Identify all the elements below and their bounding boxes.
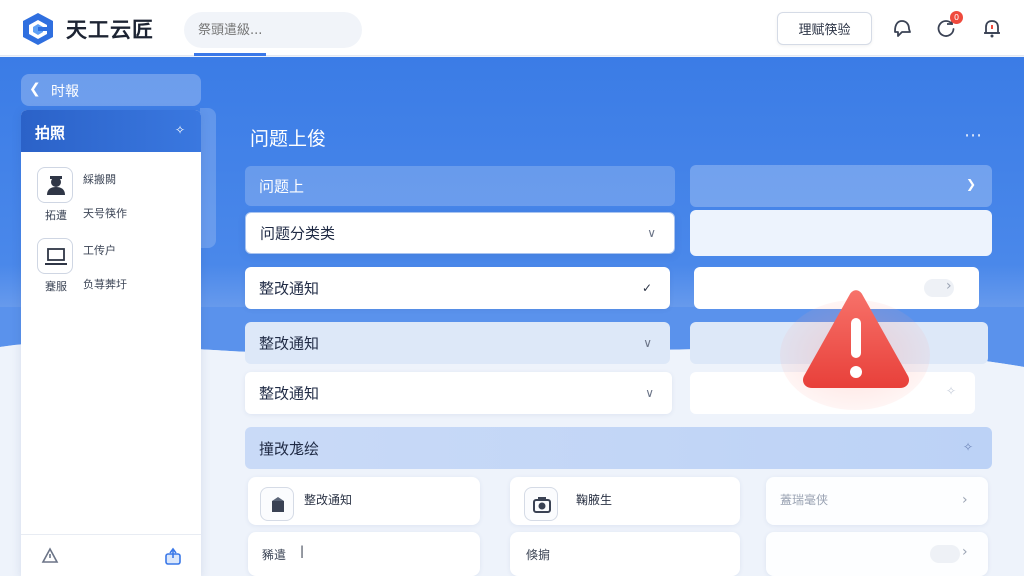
check-icon: ✓ xyxy=(641,281,652,295)
sidebar-item-subtitle: 天号筷作 xyxy=(83,207,127,220)
field-label: 整改通知 xyxy=(259,334,320,353)
box-icon xyxy=(272,497,284,512)
right-select[interactable]: ❯ xyxy=(690,165,992,207)
sidebar: 拍照 ✧ 綵搬闕 拓遭 天号筷作 工传户 蹇服 负荨莾圩 xyxy=(21,110,201,576)
laptop-icon xyxy=(45,248,67,265)
card[interactable]: 蓋瑞毫侠 › xyxy=(766,477,988,525)
card-title: 蓋瑞毫侠 xyxy=(780,493,829,507)
card-row-text: 豨遣 xyxy=(262,548,287,562)
chevron-right-icon: › xyxy=(946,278,952,294)
sidebar-header-label: 拍照 xyxy=(35,124,66,142)
notification-badge: 0 xyxy=(950,11,963,24)
warning-icon xyxy=(802,290,910,388)
card-icon-box xyxy=(524,487,558,521)
warning-triangle-icon[interactable] xyxy=(41,547,59,565)
search-input[interactable] xyxy=(198,12,348,48)
chevron-down-icon: ∨ xyxy=(647,226,656,240)
page-title: 问题上俊 xyxy=(250,128,327,150)
chevron-down-icon: ∨ xyxy=(643,336,652,350)
active-tab-indicator xyxy=(194,53,266,56)
field-label: 整改通知 xyxy=(259,279,320,298)
field-label: 问题分类类 xyxy=(260,224,336,243)
card[interactable]: 鞠腋生 xyxy=(510,477,740,525)
back-label: 时報 xyxy=(51,84,79,100)
card-row[interactable]: 倏掮 xyxy=(510,532,740,576)
card[interactable]: 整改通知 xyxy=(248,477,480,525)
card-icon-box xyxy=(260,487,294,521)
notice-select[interactable]: 整改通知 ∨ xyxy=(245,372,672,414)
alert-bell-icon[interactable] xyxy=(980,16,1004,40)
header-action-button[interactable]: 理赋筷验 xyxy=(777,12,872,45)
notice-option[interactable]: 整改通知 ✓ xyxy=(245,267,670,309)
chevron-right-icon: › xyxy=(962,544,968,560)
sidebar-item-caption: 拓遭 xyxy=(45,209,67,222)
section-bar[interactable]: 撞改尨绘 ✧ xyxy=(245,427,992,469)
section-title: 撞改尨绘 xyxy=(259,440,320,458)
upload-icon[interactable] xyxy=(163,546,183,566)
chevron-down-icon: ❯ xyxy=(965,177,976,191)
text-cursor: | xyxy=(300,544,305,558)
sidebar-item-subtitle: 负荨莾圩 xyxy=(83,278,127,291)
chevron-right-icon: › xyxy=(962,492,968,508)
logo-icon xyxy=(23,13,53,45)
top-bar: 天工云匠 理赋筷验 0 xyxy=(0,0,1024,56)
search-box[interactable] xyxy=(184,12,362,48)
sidebar-item-icon-card[interactable] xyxy=(37,167,73,203)
sidebar-item-icon-card[interactable] xyxy=(37,238,73,274)
camera-icon xyxy=(533,497,551,513)
field-label: 问题上 xyxy=(259,177,305,196)
card-row-text: 倏掮 xyxy=(526,548,551,562)
more-icon[interactable]: ⋯ xyxy=(964,125,983,146)
chat-bell-icon[interactable] xyxy=(890,16,914,40)
sidebar-item-title: 綵搬闕 xyxy=(83,173,116,186)
category-select[interactable]: 问题分类类 ∨ xyxy=(245,212,675,254)
sparkle-icon: ✧ xyxy=(946,384,957,398)
sidebar-shadow-panel xyxy=(200,108,216,248)
divider xyxy=(21,534,201,535)
card-title: 鞠腋生 xyxy=(576,493,613,507)
card-title: 整改通知 xyxy=(304,493,353,507)
right-panel xyxy=(690,210,992,256)
toggle-switch[interactable] xyxy=(930,545,960,563)
sparkle-icon: ✧ xyxy=(175,123,186,137)
field-label: 整改通知 xyxy=(259,384,320,403)
sparkle-icon: ✧ xyxy=(963,440,974,454)
app-title: 天工云匠 xyxy=(66,18,154,42)
sidebar-header[interactable]: 拍照 ✧ xyxy=(21,110,201,152)
notice-select[interactable]: 整改通知 ∨ xyxy=(245,322,670,364)
sidebar-item-title: 工传户 xyxy=(83,244,116,257)
back-button[interactable]: ❮ 时報 xyxy=(21,74,201,106)
card-row[interactable]: › xyxy=(766,532,988,576)
user-icon xyxy=(47,176,65,195)
card-row[interactable]: 豨遣 | xyxy=(248,532,480,576)
sidebar-item-caption: 蹇服 xyxy=(45,280,67,293)
chevron-down-icon: ∨ xyxy=(645,386,654,400)
chevron-left-icon: ❮ xyxy=(29,81,41,97)
problem-field[interactable]: 问题上 xyxy=(245,166,675,206)
